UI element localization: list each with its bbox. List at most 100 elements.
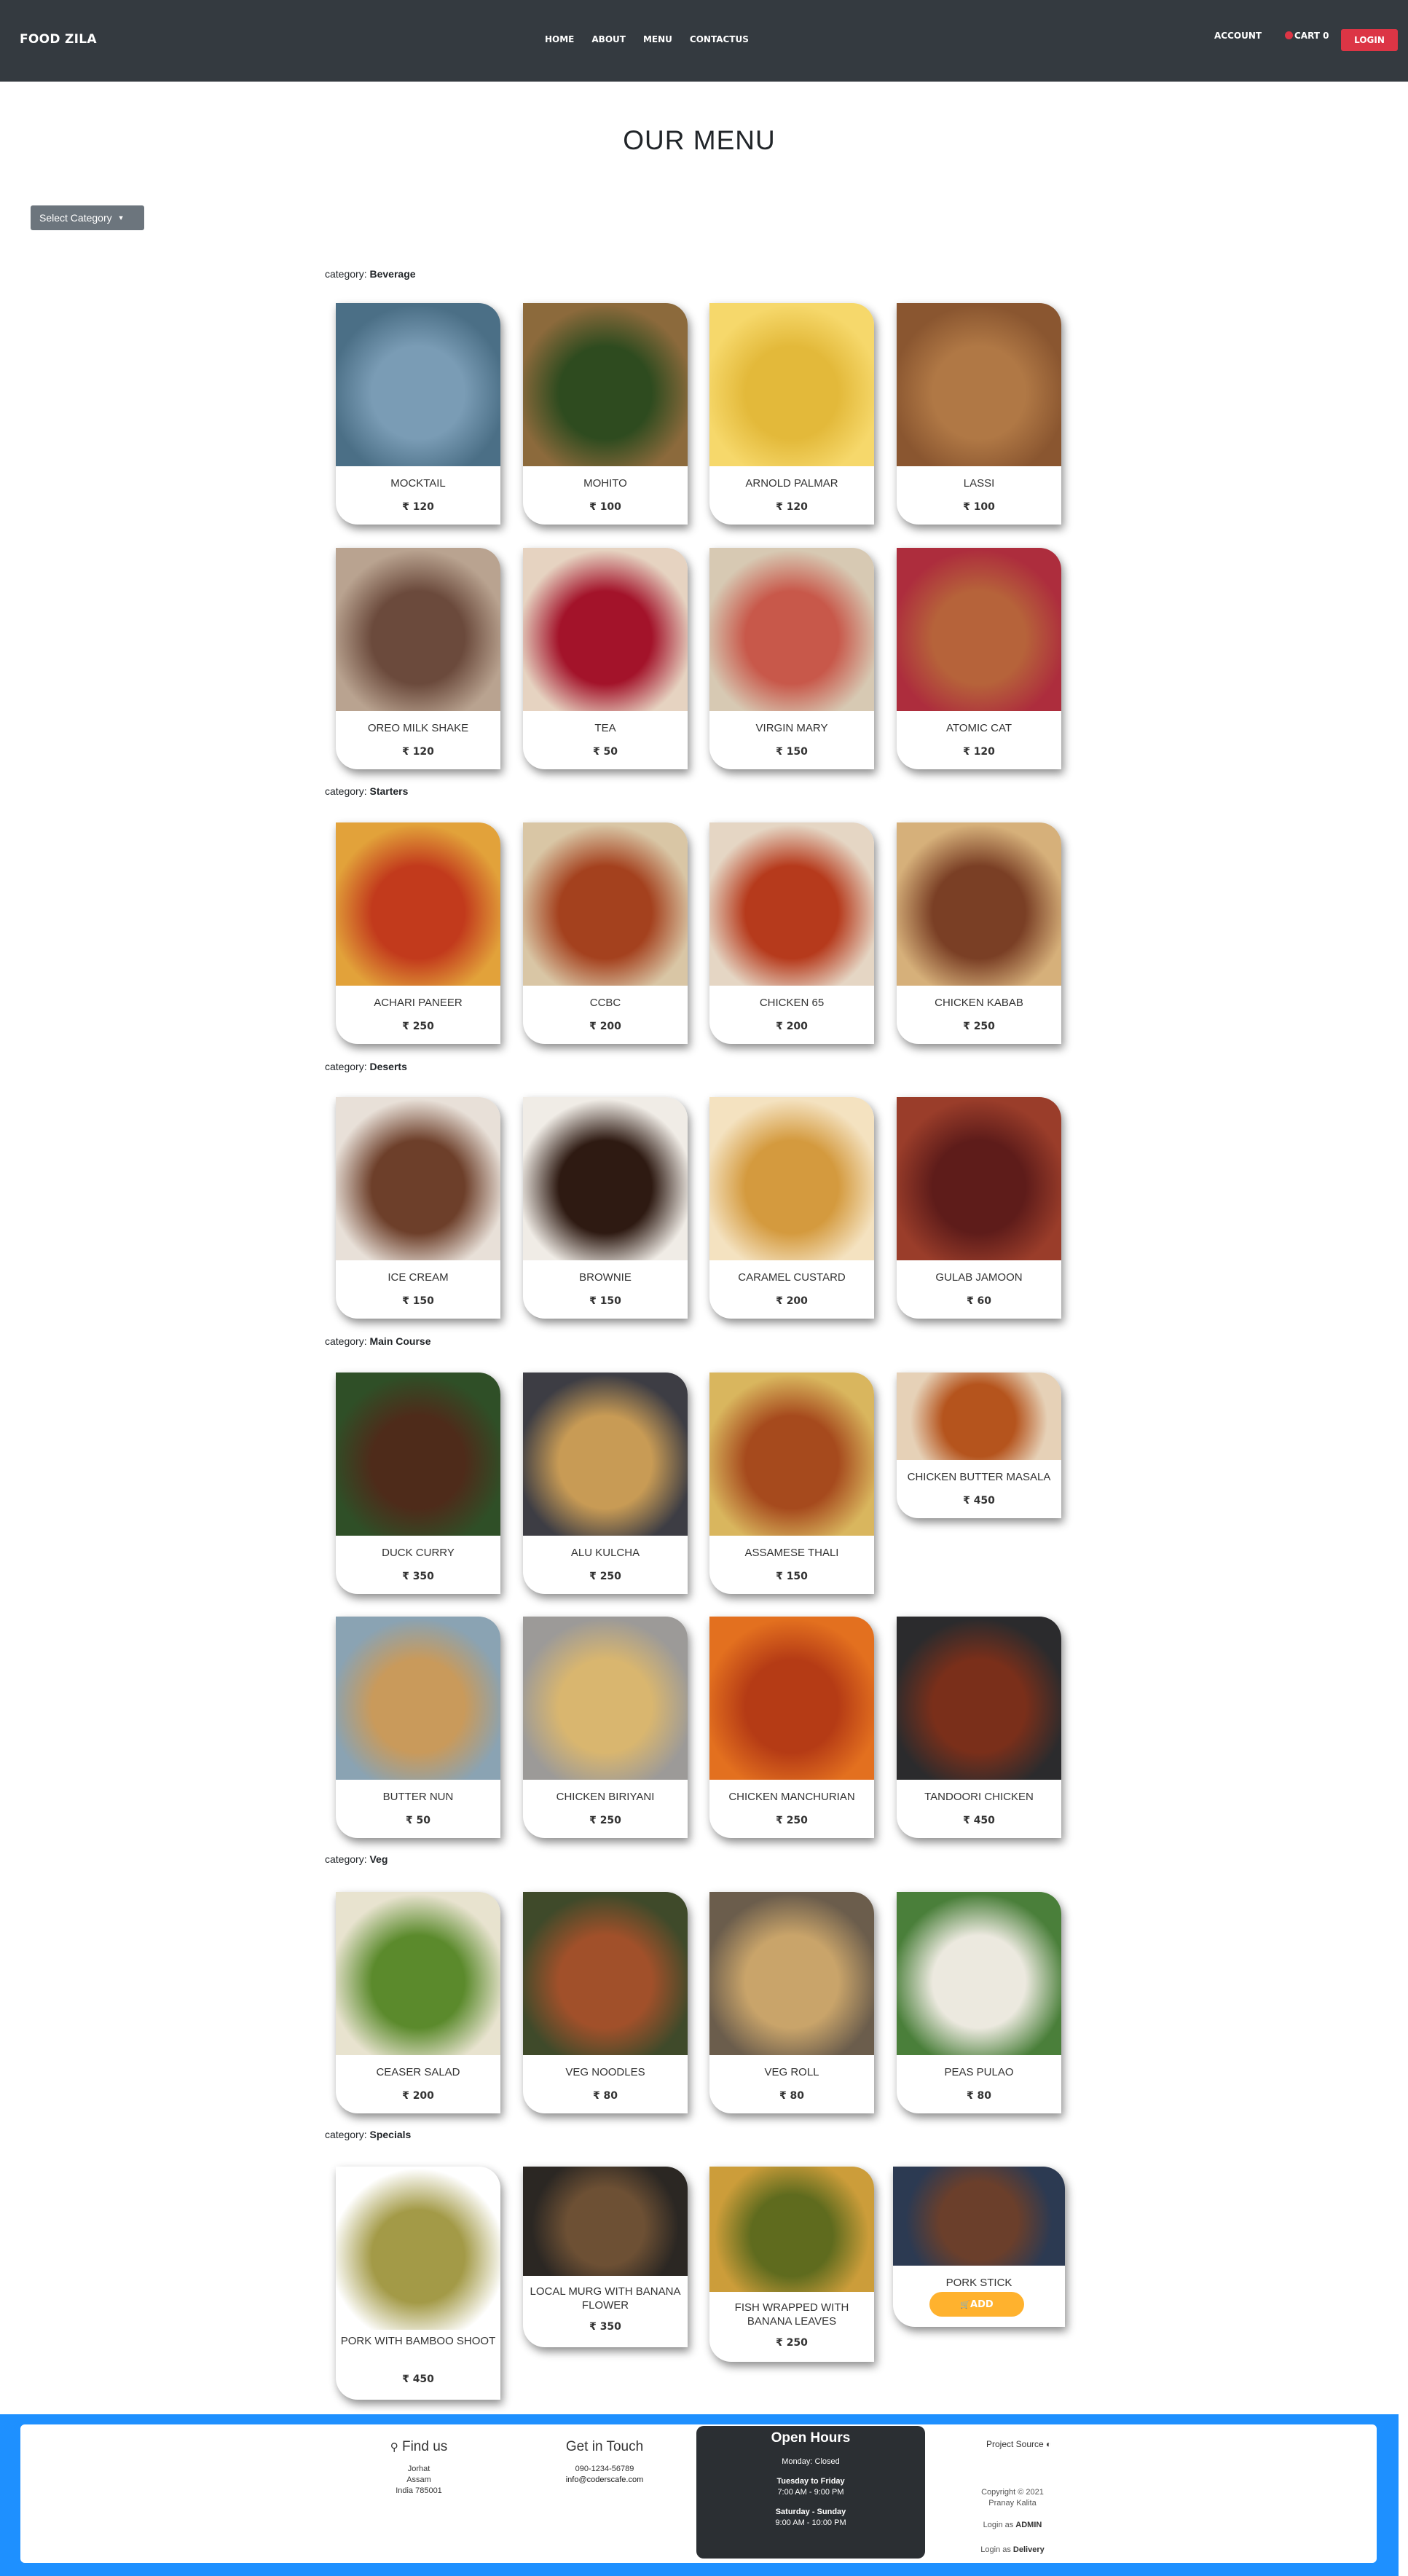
item-name: TANDOORI CHICKEN	[924, 1791, 1034, 1803]
menu-item-card[interactable]: PEAS PULAO ₹ 80	[897, 1892, 1061, 2113]
page-title: OUR MENU	[623, 125, 776, 155]
food-image	[897, 1892, 1061, 2055]
menu-item-card[interactable]: LOCAL MURG WITH BANANA FLOWER ₹ 350	[523, 2167, 688, 2347]
login-button[interactable]: LOGIN	[1341, 29, 1398, 51]
menu-item-card[interactable]: GULAB JAMOON ₹ 60	[897, 1097, 1061, 1319]
item-name: CHICKEN BIRIYANI	[556, 1791, 655, 1803]
food-image	[336, 1617, 500, 1780]
food-image	[523, 1892, 688, 2055]
menu-item-card[interactable]: ICE CREAM ₹ 150	[336, 1097, 500, 1319]
item-price: ₹ 50	[405, 1815, 431, 1826]
food-image	[709, 2167, 874, 2292]
item-price: ₹ 50	[592, 746, 618, 758]
open-hours-title: Open Hours	[771, 2430, 851, 2446]
item-name: TEA	[594, 722, 616, 734]
item-price: ₹ 100	[589, 501, 621, 513]
select-category-dropdown[interactable]: Select Category ▼	[31, 205, 144, 230]
category-prefix: category:	[325, 1061, 370, 1072]
food-image	[336, 1097, 500, 1260]
add-to-cart-button[interactable]: 🛒 ADD	[929, 2292, 1024, 2317]
item-name: CHICKEN BUTTER MASALA	[907, 1471, 1051, 1483]
item-price: ₹ 60	[966, 1295, 992, 1307]
item-name: ICE CREAM	[388, 1271, 449, 1284]
menu-item-card[interactable]: CHICKEN KABAB ₹ 250	[897, 822, 1061, 1044]
weekend-time: 9:00 AM - 10:00 PM	[775, 2518, 846, 2527]
nav-contactus[interactable]: CONTACTUS	[690, 34, 749, 44]
menu-item-card[interactable]: ASSAMESE THALI ₹ 150	[709, 1373, 874, 1594]
login-delivery-link[interactable]: Login as Delivery	[947, 2545, 1078, 2554]
menu-item-card[interactable]: LASSI ₹ 100	[897, 303, 1061, 525]
menu-item-card[interactable]: CHICKEN BUTTER MASALA ₹ 450	[897, 1373, 1061, 1518]
menu-item-card[interactable]: TEA ₹ 50	[523, 548, 688, 769]
copyright-line: Copyright © 2021	[981, 2488, 1044, 2497]
menu-item-card[interactable]: ALU KULCHA ₹ 250	[523, 1373, 688, 1594]
item-name: CHICKEN MANCHURIAN	[728, 1791, 855, 1803]
nav-cart[interactable]: CART 0	[1285, 31, 1329, 41]
menu-item-card[interactable]: BROWNIE ₹ 150	[523, 1097, 688, 1319]
brand-logo[interactable]: FOOD ZILA	[20, 32, 97, 47]
menu-item-card[interactable]: CHICKEN BIRIYANI ₹ 250	[523, 1617, 688, 1838]
project-source-link[interactable]: Project Source ◐	[986, 2439, 1051, 2449]
menu-item-card[interactable]: CHICKEN 65 ₹ 200	[709, 822, 874, 1044]
menu-item-card[interactable]: TANDOORI CHICKEN ₹ 450	[897, 1617, 1061, 1838]
menu-item-card[interactable]: ACHARI PANEER ₹ 250	[336, 822, 500, 1044]
item-price: ₹ 150	[776, 1571, 808, 1582]
item-price: ₹ 250	[776, 2337, 808, 2349]
nav-home[interactable]: HOME	[545, 34, 574, 44]
menu-item-card[interactable]: VIRGIN MARY ₹ 150	[709, 548, 874, 769]
food-image	[523, 1373, 688, 1536]
login-admin-label: ADMIN	[1015, 2521, 1042, 2529]
email-link[interactable]: info@coderscafe.com	[550, 2475, 659, 2486]
food-image	[897, 548, 1061, 711]
food-image	[336, 822, 500, 986]
menu-item-card[interactable]: CARAMEL CUSTARD ₹ 200	[709, 1097, 874, 1319]
food-image	[897, 1617, 1061, 1780]
map-marker-icon: ⚲	[390, 2441, 398, 2454]
copyright-line: Pranay Kalita	[988, 2499, 1037, 2508]
menu-item-card[interactable]: ARNOLD PALMAR ₹ 120	[709, 303, 874, 525]
menu-item-card[interactable]: OREO MILK SHAKE ₹ 120	[336, 548, 500, 769]
category-prefix: category:	[325, 268, 370, 280]
menu-item-card[interactable]: CHICKEN MANCHURIAN ₹ 250	[709, 1617, 874, 1838]
login-admin-link[interactable]: Login as ADMIN	[947, 2521, 1078, 2529]
item-price: ₹ 250	[402, 1021, 434, 1032]
menu-item-card[interactable]: BUTTER NUN ₹ 50	[336, 1617, 500, 1838]
food-image	[523, 303, 688, 466]
cart-label: CART 0	[1294, 31, 1329, 41]
item-name: ARNOLD PALMAR	[745, 477, 838, 490]
weekdays-time: 7:00 AM - 9:00 PM	[777, 2488, 844, 2497]
menu-item-card[interactable]: PORK STICK 🛒 ADD	[893, 2167, 1065, 2327]
category-label: category: Veg	[325, 1853, 388, 1865]
item-price: ₹ 200	[589, 1021, 621, 1032]
category-label: category: Specials	[325, 2129, 411, 2140]
item-price: ₹ 150	[402, 1295, 434, 1307]
nav-about[interactable]: ABOUT	[591, 34, 626, 44]
login-admin-prefix: Login as	[983, 2521, 1014, 2529]
get-in-touch-title: Get in Touch	[565, 2439, 644, 2454]
food-image	[897, 1373, 1061, 1460]
nav-account[interactable]: ACCOUNT	[1214, 31, 1262, 41]
item-price: ₹ 120	[963, 746, 995, 758]
menu-item-card[interactable]: CEASER SALAD ₹ 200	[336, 1892, 500, 2113]
menu-item-card[interactable]: VEG NOODLES ₹ 80	[523, 1892, 688, 2113]
nav-menu[interactable]: MENU	[643, 34, 672, 44]
category-label: category: Deserts	[325, 1061, 407, 1072]
menu-item-card[interactable]: MOHITO ₹ 100	[523, 303, 688, 525]
menu-item-card[interactable]: DUCK CURRY ₹ 350	[336, 1373, 500, 1594]
menu-item-card[interactable]: PORK WITH BAMBOO SHOOT ₹ 450	[336, 2167, 500, 2400]
food-image	[709, 1097, 874, 1260]
menu-item-card[interactable]: FISH WRAPPED WITH BANANA LEAVES ₹ 250	[709, 2167, 874, 2362]
menu-item-card[interactable]: CCBC ₹ 200	[523, 822, 688, 1044]
weekdays-label: Tuesday to Friday	[776, 2477, 845, 2486]
copyright: Copyright © 2021 Pranay Kalita	[976, 2487, 1049, 2509]
category-prefix: category:	[325, 785, 370, 797]
github-icon: ◐	[1046, 2439, 1052, 2449]
item-name: CCBC	[589, 997, 621, 1009]
food-image	[523, 2167, 688, 2276]
menu-item-card[interactable]: ATOMIC CAT ₹ 120	[897, 548, 1061, 769]
item-price: ₹ 250	[776, 1815, 808, 1826]
menu-item-card[interactable]: MOCKTAIL ₹ 120	[336, 303, 500, 525]
menu-item-card[interactable]: VEG ROLL ₹ 80	[709, 1892, 874, 2113]
item-price: ₹ 450	[402, 2373, 434, 2385]
item-name: GULAB JAMOON	[935, 1271, 1023, 1284]
